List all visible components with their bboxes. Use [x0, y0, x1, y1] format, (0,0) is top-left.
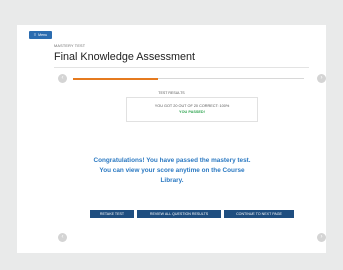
message-line-2: You can view your score anytime on the C… — [99, 167, 245, 174]
action-bar: RETAKE TEST REVIEW ALL QUESTION RESULTS … — [0, 210, 343, 218]
next-page-button-bottom[interactable]: › — [317, 233, 326, 242]
review-results-button[interactable]: REVIEW ALL QUESTION RESULTS — [137, 210, 221, 218]
previous-page-button[interactable]: ‹ — [58, 74, 67, 83]
congratulations-message: Congratulations! You have passed the mas… — [90, 156, 254, 186]
chevron-right-icon: › — [320, 234, 323, 240]
message-line-3: Library. — [160, 177, 184, 184]
hamburger-icon: ≡ — [33, 32, 37, 37]
chevron-left-icon: ‹ — [61, 234, 64, 240]
progress-track — [73, 77, 304, 80]
score-text: YOU GOT 20 OUT OF 20 CORRECT: 100% — [154, 104, 230, 108]
next-page-button[interactable]: › — [317, 74, 326, 83]
page-title: Final Knowledge Assessment — [54, 51, 196, 63]
test-results-heading: TEST RESULTS — [158, 91, 185, 95]
retake-test-button[interactable]: RETAKE TEST — [90, 210, 134, 218]
continue-button[interactable]: CONTINUE TO NEXT PAGE — [224, 210, 294, 218]
pass-status: YOU PASSED! — [179, 110, 205, 114]
menu-label: Menu — [38, 33, 48, 37]
chevron-left-icon: ‹ — [61, 75, 64, 81]
menu-button[interactable]: ≡ Menu — [29, 31, 52, 39]
message-line-1: Congratulations! You have passed the mas… — [93, 157, 251, 164]
section-eyebrow: MASTERY TEST — [54, 44, 86, 48]
progress-fill — [73, 77, 158, 80]
test-results-panel: YOU GOT 20 OUT OF 20 CORRECT: 100% YOU P… — [126, 97, 258, 122]
chevron-right-icon: › — [320, 75, 323, 81]
previous-page-button-bottom[interactable]: ‹ — [58, 233, 67, 242]
header-divider — [54, 67, 309, 68]
